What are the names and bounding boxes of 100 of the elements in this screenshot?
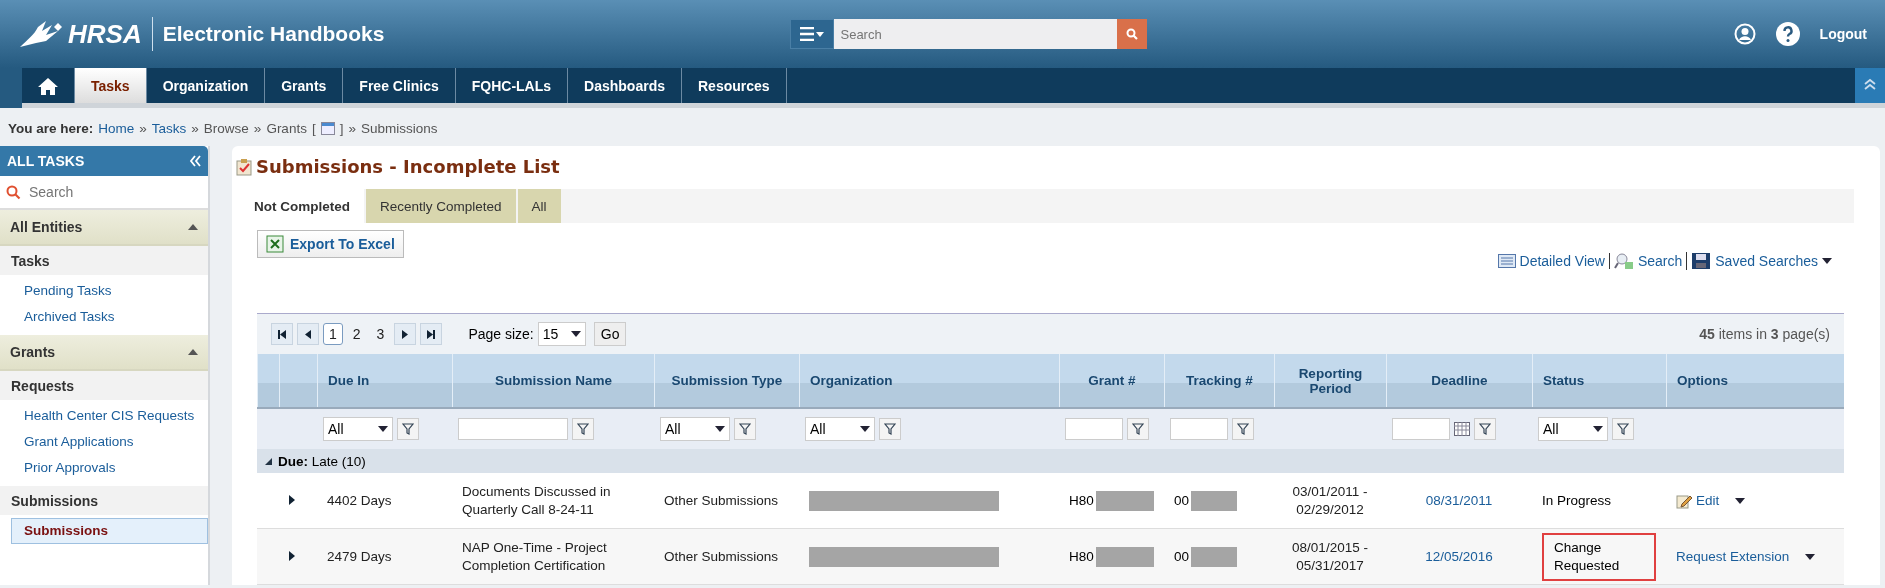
filter-button[interactable] bbox=[879, 418, 901, 440]
collapse-button[interactable] bbox=[1855, 68, 1885, 103]
filter-field[interactable] bbox=[458, 418, 568, 440]
breadcrumb-text: Submissions bbox=[360, 121, 438, 136]
list-tab[interactable]: Recently Completed bbox=[366, 189, 516, 223]
sidebar-item[interactable]: Pending Tasks bbox=[11, 278, 208, 304]
breadcrumb-link[interactable]: Tasks bbox=[151, 121, 187, 136]
column-header[interactable]: Status bbox=[1532, 354, 1666, 407]
redacted-block bbox=[1095, 490, 1154, 511]
section-header[interactable]: All Entities bbox=[0, 210, 208, 246]
menu-icon bbox=[800, 27, 825, 41]
redacted-block bbox=[1095, 546, 1154, 567]
bracket: [ bbox=[311, 121, 316, 136]
toolbar-link[interactable]: Search bbox=[1609, 252, 1688, 270]
left-triangle-icon bbox=[305, 329, 311, 339]
double-chevron-left-icon[interactable] bbox=[189, 155, 201, 167]
caret-icon bbox=[1593, 426, 1603, 432]
date-field[interactable] bbox=[1392, 418, 1450, 440]
edit-link[interactable]: Edit bbox=[1676, 492, 1720, 509]
filter-button[interactable] bbox=[397, 418, 419, 440]
list-tab[interactable]: Not Completed bbox=[240, 189, 364, 223]
sidebar-item[interactable]: Archived Tasks bbox=[11, 304, 208, 330]
group-header: Requests bbox=[0, 371, 208, 400]
toolbar-link[interactable]: Saved Searches bbox=[1687, 252, 1822, 270]
filter-dropdown[interactable]: All bbox=[805, 417, 875, 441]
page-link[interactable]: 1 bbox=[323, 323, 343, 345]
breadcrumb-separator: » bbox=[139, 121, 147, 136]
toolbar-link[interactable]: Detailed View bbox=[1493, 253, 1610, 269]
window-icon[interactable] bbox=[320, 122, 335, 135]
group-row[interactable]: Due: Late (10) bbox=[257, 449, 1844, 473]
filter-button[interactable] bbox=[734, 418, 756, 440]
status-text: Change Requested bbox=[1542, 532, 1656, 581]
filter-dropdown[interactable]: All bbox=[660, 417, 730, 441]
section-title: Grants bbox=[10, 344, 56, 360]
nav-tab[interactable]: FQHC-LALs bbox=[455, 68, 569, 103]
sidebar-item[interactable]: Health Center CIS Requests bbox=[11, 403, 208, 429]
nav-tab[interactable]: Free Clinics bbox=[343, 68, 456, 103]
sidebar-item[interactable]: Grant Applications bbox=[11, 429, 208, 455]
go-button[interactable]: Go bbox=[593, 322, 627, 346]
column-header[interactable]: Deadline bbox=[1386, 354, 1532, 407]
search-button[interactable] bbox=[1117, 19, 1148, 49]
breadcrumb-link[interactable]: Home bbox=[98, 121, 135, 136]
logout-link[interactable]: Logout bbox=[1819, 26, 1867, 42]
nav-tab[interactable]: Dashboards bbox=[568, 68, 682, 103]
next-page-button[interactable] bbox=[394, 323, 417, 345]
last-page-button[interactable] bbox=[420, 323, 443, 345]
column-header[interactable]: Due In bbox=[317, 354, 452, 407]
filter-dropdown[interactable]: All bbox=[1538, 417, 1608, 441]
previous-page-button[interactable] bbox=[297, 323, 319, 345]
calendar-icon[interactable] bbox=[1454, 422, 1470, 436]
collapse-triangle-icon bbox=[265, 457, 272, 465]
column-header[interactable]: Organization bbox=[799, 354, 1059, 407]
filter-button[interactable] bbox=[1232, 418, 1254, 440]
first-page-button[interactable] bbox=[271, 323, 293, 345]
filter-button[interactable] bbox=[572, 418, 594, 440]
breadcrumb-text: Browse bbox=[203, 121, 249, 136]
column-header[interactable]: Reporting Period bbox=[1274, 354, 1386, 407]
column-header[interactable]: Tracking # bbox=[1164, 354, 1274, 407]
nav-tab[interactable]: Organization bbox=[146, 68, 266, 103]
expand-row-icon[interactable] bbox=[289, 494, 295, 505]
breadcrumb-text: Grants bbox=[266, 121, 307, 136]
help-icon[interactable] bbox=[1775, 22, 1800, 46]
expand-row-icon[interactable] bbox=[289, 550, 295, 561]
column-header[interactable]: Grant # bbox=[1059, 354, 1164, 407]
sidebar-item[interactable]: Submissions bbox=[11, 518, 208, 544]
request-extension-link[interactable]: Request Extension bbox=[1676, 549, 1790, 564]
nav-tab[interactable]: Tasks bbox=[75, 68, 147, 103]
filter-field[interactable] bbox=[1065, 418, 1123, 440]
section-header[interactable]: Grants bbox=[0, 335, 208, 371]
column-header[interactable]: Submission Name bbox=[452, 354, 654, 407]
page-size-dropdown[interactable]: 15 bbox=[537, 322, 586, 346]
column-header[interactable]: Submission Type bbox=[654, 354, 799, 407]
breadcrumb-separator: » bbox=[348, 121, 356, 136]
column-header[interactable]: Options bbox=[1666, 354, 1844, 407]
search-field[interactable]: Search bbox=[834, 19, 1118, 49]
export-to-excel-button[interactable]: Export To Excel bbox=[257, 230, 404, 258]
sidebar-item[interactable]: Prior Approvals bbox=[11, 455, 208, 481]
filter-icon bbox=[1132, 423, 1144, 435]
items-summary: 45 items in 3 page(s) bbox=[1699, 326, 1830, 342]
status-text: In Progress bbox=[1542, 491, 1612, 510]
filter-icon bbox=[884, 423, 896, 435]
nav-tab[interactable]: Resources bbox=[682, 68, 787, 103]
home-icon bbox=[38, 76, 58, 95]
page-link[interactable]: 2 bbox=[346, 323, 367, 345]
filter-dropdown[interactable]: All bbox=[323, 417, 393, 441]
breadcrumb-separator: » bbox=[253, 121, 262, 136]
redacted-block bbox=[1191, 546, 1238, 567]
menu-button[interactable] bbox=[790, 19, 835, 49]
search-icon bbox=[6, 184, 21, 200]
user-icon[interactable] bbox=[1733, 23, 1756, 45]
page-link[interactable]: 3 bbox=[370, 323, 391, 345]
filter-button[interactable] bbox=[1474, 418, 1496, 440]
nav-tab[interactable]: Grants bbox=[265, 68, 344, 103]
filter-field[interactable] bbox=[1170, 418, 1228, 440]
filter-button[interactable] bbox=[1127, 418, 1149, 440]
app-title: Electronic Handbooks bbox=[162, 22, 385, 46]
hrsa-logo[interactable]: HRSA bbox=[18, 17, 153, 51]
bracket: ] bbox=[339, 121, 344, 136]
list-tab[interactable]: All bbox=[517, 189, 561, 223]
filter-button[interactable] bbox=[1612, 418, 1634, 440]
